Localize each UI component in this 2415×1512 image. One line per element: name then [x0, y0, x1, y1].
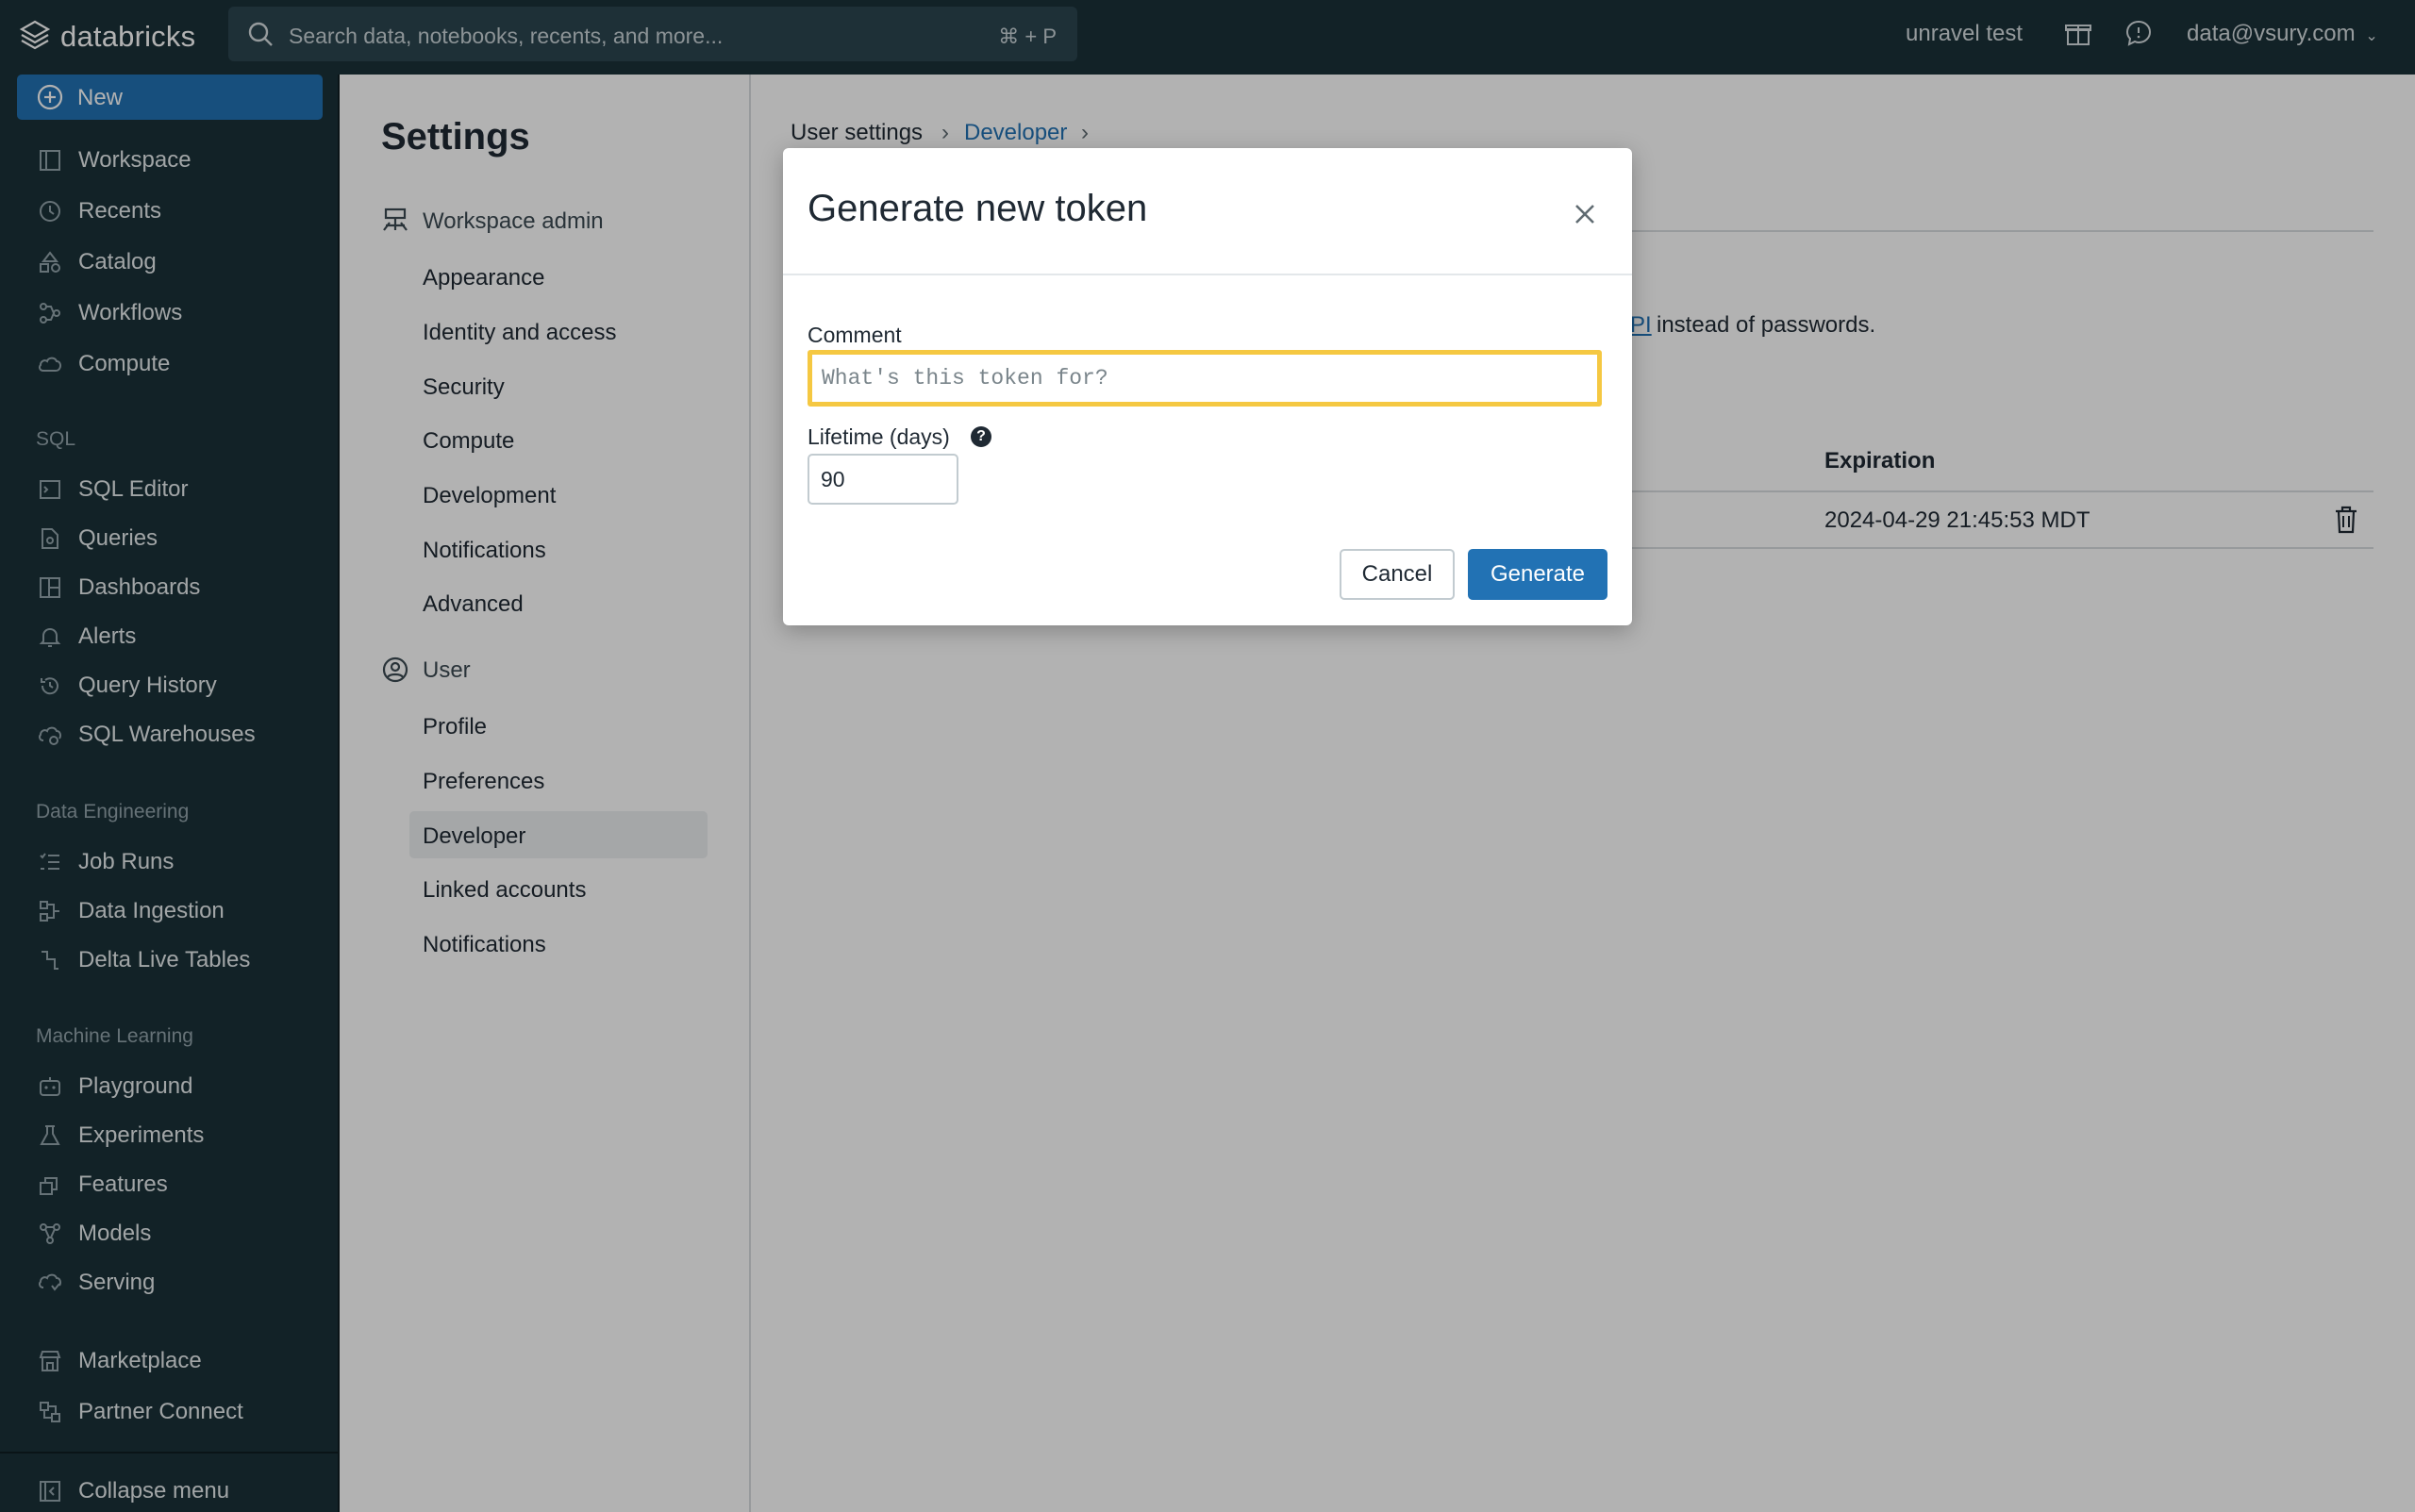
lifetime-label: Lifetime (days)	[808, 424, 950, 449]
dialog-header-divider	[783, 274, 1632, 275]
cancel-button[interactable]: Cancel	[1340, 549, 1455, 600]
generate-button[interactable]: Generate	[1468, 549, 1607, 600]
lifetime-input[interactable]	[808, 454, 958, 505]
comment-label: Comment	[808, 323, 902, 347]
dialog-title: Generate new token	[808, 188, 1148, 229]
help-icon[interactable]: ?	[971, 426, 991, 447]
comment-input[interactable]	[808, 350, 1602, 407]
close-icon[interactable]	[1566, 195, 1604, 233]
generate-token-dialog: Generate new token Comment Lifetime (day…	[783, 148, 1632, 625]
